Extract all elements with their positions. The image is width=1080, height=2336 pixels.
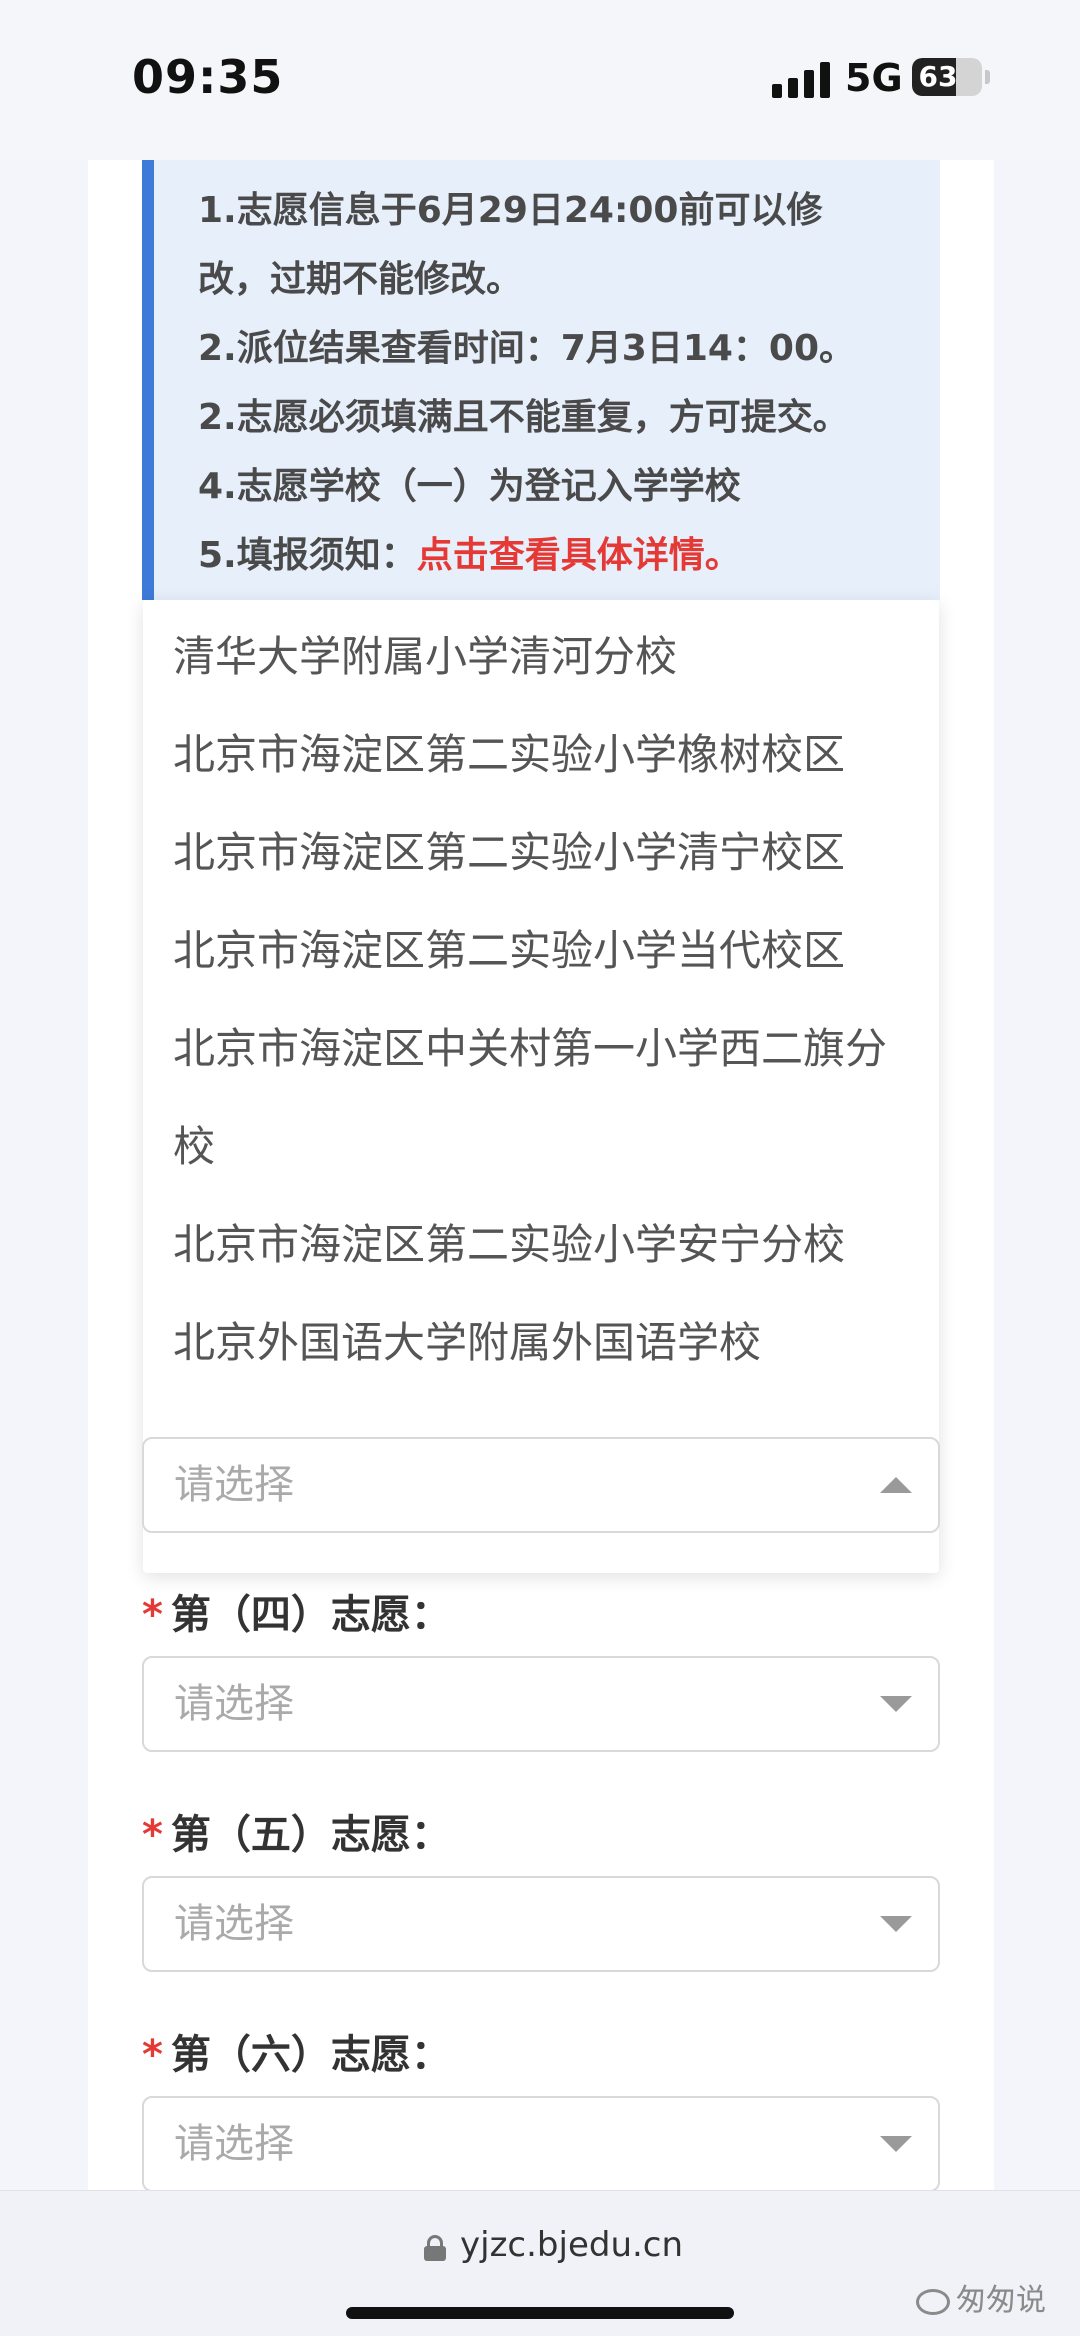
status-bar: 09:35 5G 63 bbox=[0, 0, 1080, 160]
choice-6-select[interactable]: 请选择 bbox=[142, 2096, 940, 2192]
dropdown-option[interactable]: 北京外国语大学附属外国语学校 bbox=[143, 1294, 939, 1392]
notice-line-1: 1.志愿信息于6月29日24:00前可以修 bbox=[198, 190, 823, 231]
notice-line-6: 5.填报须知：点击查看具体详情。 bbox=[198, 521, 940, 590]
required-star: * bbox=[142, 1812, 163, 1858]
watermark-text: 匆匆说 bbox=[956, 2283, 1046, 2318]
signal-icon bbox=[772, 62, 832, 98]
select-placeholder: 请选择 bbox=[174, 1681, 294, 1727]
dropdown-option[interactable]: 北京市海淀区第二实验小学橡树校区 bbox=[143, 706, 939, 804]
choice-5-label: * 第（五）志愿： bbox=[142, 1802, 451, 1860]
dropdown-option[interactable]: 北京市海淀区第二实验小学当代校区 bbox=[143, 902, 939, 1000]
home-indicator[interactable] bbox=[346, 2307, 734, 2319]
chevron-up-icon bbox=[880, 1477, 912, 1493]
choice-4-select[interactable]: 请选择 bbox=[142, 1656, 940, 1752]
notice-line-3: 2.派位结果查看时间：7月3日14：00。 bbox=[198, 328, 856, 369]
form-card: 1.志愿信息于6月29日24:00前可以修 改，过期不能修改。 2.派位结果查看… bbox=[88, 160, 994, 2192]
notice-line-5: 4.志愿学校（一）为登记入学学校 bbox=[198, 466, 741, 507]
screen: 09:35 5G 63 1.志愿信息于6月29日24:00前可以修 改，过期不能… bbox=[0, 0, 1080, 2336]
notice-box: 1.志愿信息于6月29日24:00前可以修 改，过期不能修改。 2.派位结果查看… bbox=[142, 160, 940, 600]
choice-3-select[interactable]: 请选择 bbox=[142, 1437, 940, 1533]
wechat-icon bbox=[916, 2288, 950, 2315]
choice-4-label-text: 第（四）志愿： bbox=[170, 1592, 451, 1638]
chevron-down-icon bbox=[880, 1916, 912, 1932]
chevron-down-icon bbox=[880, 2136, 912, 2152]
dropdown-option[interactable]: 北京市海淀区第二实验小学清宁校区 bbox=[143, 804, 939, 902]
url-text[interactable]: yjzc.bjedu.cn bbox=[460, 2225, 683, 2265]
notice-line-6-prefix: 5.填报须知： bbox=[198, 535, 417, 576]
status-time: 09:35 bbox=[132, 50, 284, 104]
required-star: * bbox=[142, 1592, 163, 1638]
details-link[interactable]: 点击查看具体详情。 bbox=[417, 535, 741, 576]
battery-tip bbox=[985, 70, 990, 84]
notice-line-4: 2.志愿必须填满且不能重复，方可提交。 bbox=[198, 397, 849, 438]
select-placeholder: 请选择 bbox=[174, 2121, 294, 2167]
select-placeholder: 请选择 bbox=[174, 1462, 294, 1508]
choice-6-label: * 第（六）志愿： bbox=[142, 2022, 451, 2080]
dropdown-option[interactable]: 清华大学附属小学清河分校 bbox=[143, 608, 939, 706]
chevron-down-icon bbox=[880, 1696, 912, 1712]
notice-line-2: 改，过期不能修改。 bbox=[198, 259, 523, 300]
school-dropdown-menu: 清华大学附属小学清河分校 北京市海淀区第二实验小学橡树校区 北京市海淀区第二实验… bbox=[143, 600, 939, 1573]
select-placeholder: 请选择 bbox=[174, 1901, 294, 1947]
dropdown-option[interactable]: 北京市海淀区中关村第一小学西二旗分校 bbox=[143, 1000, 939, 1196]
battery-icon: 63 bbox=[912, 58, 982, 96]
required-star: * bbox=[142, 2032, 163, 2078]
watermark: 匆匆说 bbox=[916, 2275, 1046, 2319]
choice-5-select[interactable]: 请选择 bbox=[142, 1876, 940, 1972]
network-type: 5G bbox=[845, 56, 903, 100]
choice-4-label: * 第（四）志愿： bbox=[142, 1582, 451, 1640]
dropdown-option[interactable]: 北京市海淀区第二实验小学安宁分校 bbox=[143, 1196, 939, 1294]
choice-6-label-text: 第（六）志愿： bbox=[170, 2032, 451, 2078]
battery-percent: 63 bbox=[918, 60, 958, 93]
lock-icon bbox=[424, 2235, 446, 2261]
choice-5-label-text: 第（五）志愿： bbox=[170, 1812, 451, 1858]
browser-address-bar: yjzc.bjedu.cn 匆匆说 bbox=[0, 2190, 1080, 2336]
